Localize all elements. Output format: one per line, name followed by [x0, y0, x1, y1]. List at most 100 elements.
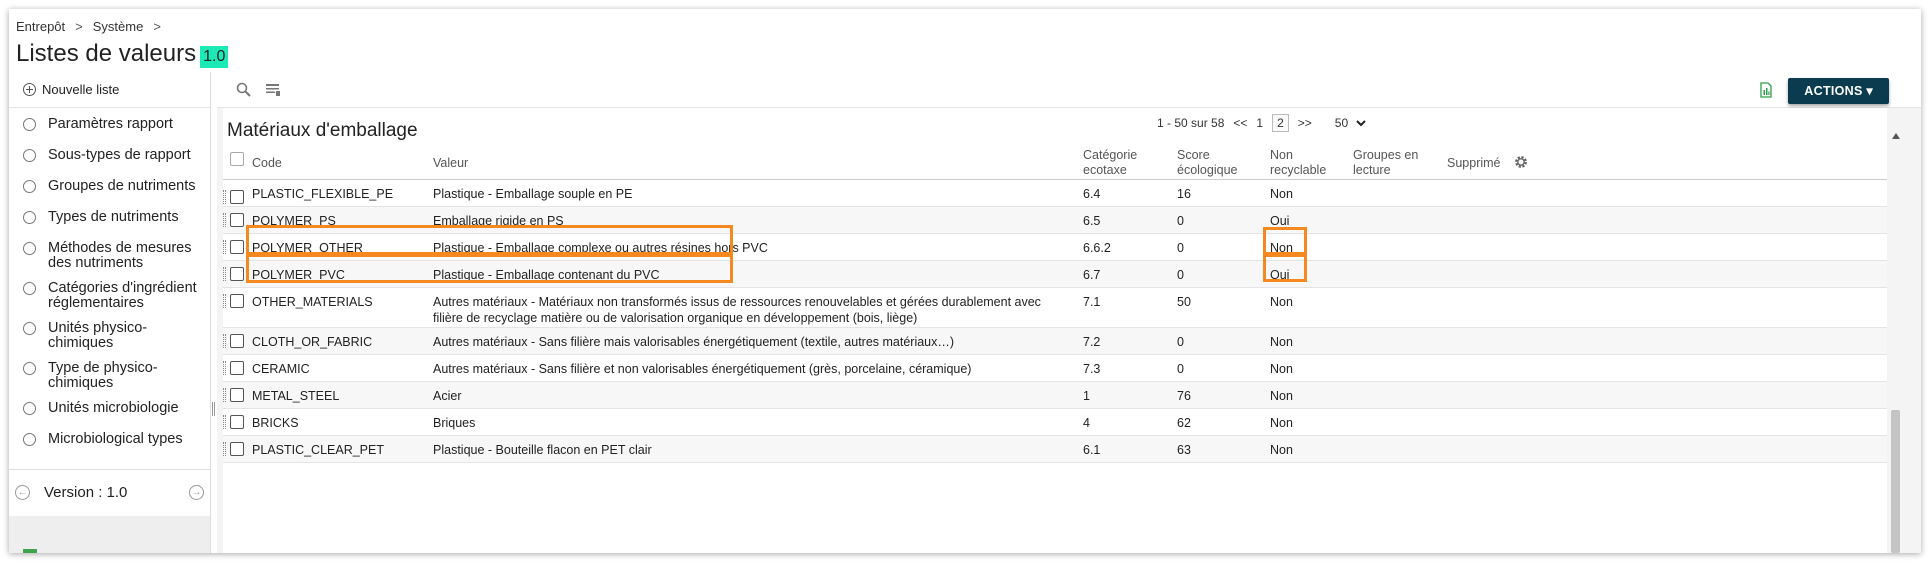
- column-header-read-groups[interactable]: Groupes en lecture: [1353, 148, 1433, 178]
- cell-non-recyclable: Non: [1270, 295, 1293, 309]
- version-label: Version : 1.0: [44, 483, 128, 501]
- column-settings-icon[interactable]: [264, 81, 282, 99]
- radio-button[interactable]: [23, 118, 36, 131]
- list-panel: Matériaux d'emballage 1 - 50 sur 58 << 1…: [223, 108, 1887, 553]
- radio-button[interactable]: [23, 242, 36, 255]
- cell-score: 0: [1177, 214, 1184, 228]
- export-excel-icon[interactable]: [1757, 81, 1775, 99]
- sidebar-resize-handle[interactable]: [212, 402, 215, 416]
- column-header-score[interactable]: Score écologique: [1177, 148, 1257, 178]
- cell-ecotax: 4: [1083, 416, 1090, 430]
- drag-handle[interactable]: [223, 334, 226, 348]
- page-title-text: Listes de valeurs: [16, 40, 197, 67]
- cell-ecotax: 6.4: [1083, 187, 1101, 201]
- radio-button[interactable]: [23, 211, 36, 224]
- gear-icon[interactable]: [1513, 154, 1529, 170]
- new-list-button[interactable]: Nouvelle liste: [9, 72, 210, 108]
- cell-score: 76: [1177, 389, 1191, 403]
- version-badge: 1.0: [200, 46, 229, 68]
- table-row[interactable]: CERAMIC Autres matériaux - Sans filière …: [223, 355, 1887, 382]
- row-checkbox[interactable]: [230, 294, 244, 308]
- page-size-select[interactable]: 50: [1335, 116, 1366, 130]
- cell-score: 0: [1177, 362, 1184, 376]
- cell-code: PLASTIC_FLEXIBLE_PE: [252, 187, 394, 201]
- drag-handle[interactable]: [223, 213, 226, 227]
- sidebar-item-type-physico[interactable]: Type de physico-chimiques: [9, 356, 210, 396]
- drag-handle[interactable]: [223, 240, 226, 254]
- actions-button[interactable]: ACTIONS ▾: [1788, 78, 1889, 104]
- page-size-value: 50: [1334, 116, 1349, 130]
- cell-ecotax: 6.1: [1083, 443, 1101, 457]
- cell-non-recyclable: Non: [1270, 187, 1293, 201]
- plus-circle-icon: [23, 83, 36, 96]
- row-checkbox[interactable]: [230, 415, 244, 429]
- drag-handle[interactable]: [223, 361, 226, 375]
- drag-handle[interactable]: [223, 294, 226, 308]
- table-row[interactable]: BRICKS Briques 4 62 Non: [223, 409, 1887, 436]
- row-checkbox[interactable]: [230, 334, 244, 348]
- row-checkbox[interactable]: [230, 442, 244, 456]
- column-header-ecotax[interactable]: Catégorie ecotaxe: [1083, 148, 1153, 178]
- cell-non-recyclable: Non: [1270, 362, 1293, 376]
- sidebar-item-methodes-mesures[interactable]: Méthodes de mesures des nutriments: [9, 236, 210, 276]
- column-header-deleted[interactable]: Supprimé: [1447, 156, 1501, 171]
- drag-handle[interactable]: [223, 267, 226, 281]
- drag-handle[interactable]: [223, 415, 226, 429]
- drag-handle[interactable]: [223, 190, 226, 204]
- sidebar-item-groupes-nutriments[interactable]: Groupes de nutriments: [9, 174, 210, 205]
- sidebar-item-unites-microbiologie[interactable]: Unités microbiologie: [9, 396, 210, 427]
- cell-code: OTHER_MATERIALS: [252, 295, 373, 309]
- cell-ecotax: 6.5: [1083, 214, 1101, 228]
- cell-code: PLASTIC_CLEAR_PET: [252, 443, 384, 457]
- radio-button[interactable]: [23, 433, 36, 446]
- cell-code: CERAMIC: [252, 362, 310, 376]
- sidebar-item-categories-ingredient[interactable]: Catégories d'ingrédient réglementaires: [9, 276, 210, 316]
- table-row[interactable]: OTHER_MATERIALS Autres matériaux - Matér…: [223, 288, 1887, 328]
- column-header-value[interactable]: Valeur: [433, 156, 468, 171]
- drag-handle[interactable]: [223, 388, 226, 402]
- radio-button[interactable]: [23, 282, 36, 295]
- table-row[interactable]: PLASTIC_FLEXIBLE_PE Plastique - Emballag…: [223, 180, 1887, 207]
- table-row[interactable]: PLASTIC_CLEAR_PET Plastique - Bouteille …: [223, 436, 1887, 463]
- row-checkbox[interactable]: [230, 190, 244, 204]
- radio-button[interactable]: [23, 180, 36, 193]
- annotation-box-non: [1263, 227, 1307, 255]
- scrollbar-thumb[interactable]: [1891, 410, 1900, 553]
- column-header-code[interactable]: Code: [252, 156, 282, 171]
- page-title: Listes de valeurs 1.0: [16, 40, 229, 68]
- breadcrumb-entrepot[interactable]: Entrepôt: [16, 19, 65, 34]
- next-page-button[interactable]: >>: [1298, 116, 1312, 130]
- sidebar-item-types-nutriments[interactable]: Types de nutriments: [9, 205, 210, 236]
- sidebar-item-parametres-rapport[interactable]: Paramètres rapport: [9, 112, 210, 143]
- row-checkbox[interactable]: [230, 240, 244, 254]
- drag-handle[interactable]: [223, 442, 226, 456]
- cell-non-recyclable: Non: [1270, 416, 1293, 430]
- vertical-scrollbar[interactable]: [1891, 133, 1901, 553]
- sidebar-item-sous-types-rapport[interactable]: Sous-types de rapport: [9, 143, 210, 174]
- column-header-non-recyclable[interactable]: Non recyclable: [1270, 148, 1340, 178]
- row-checkbox[interactable]: [230, 267, 244, 281]
- table-row[interactable]: CLOTH_OR_FABRIC Autres matériaux - Sans …: [223, 328, 1887, 355]
- row-checkbox[interactable]: [230, 213, 244, 227]
- page-2-button[interactable]: 2: [1272, 114, 1289, 132]
- breadcrumb-systeme[interactable]: Système: [93, 19, 144, 34]
- cell-value: Plastique - Bouteille flacon en PET clai…: [433, 443, 652, 457]
- radio-button[interactable]: [23, 149, 36, 162]
- row-checkbox[interactable]: [230, 388, 244, 402]
- sidebar-item-label: Type de physico-chimiques: [48, 360, 158, 391]
- row-checkbox[interactable]: [230, 361, 244, 375]
- select-all-checkbox[interactable]: [230, 152, 244, 166]
- search-icon[interactable]: [235, 81, 253, 99]
- radio-button[interactable]: [23, 322, 36, 335]
- radio-button[interactable]: [23, 402, 36, 415]
- next-version-icon[interactable]: →: [189, 484, 204, 500]
- page-1-button[interactable]: 1: [1256, 116, 1263, 130]
- first-page-button[interactable]: <<: [1233, 116, 1247, 130]
- previous-version-icon[interactable]: ←: [15, 484, 30, 500]
- sidebar-item-unites-physico[interactable]: Unités physico-chimiques: [9, 316, 210, 356]
- radio-button[interactable]: [23, 362, 36, 375]
- cell-value: Acier: [433, 389, 462, 403]
- sidebar-item-microbiological-types[interactable]: Microbiological types: [9, 427, 210, 458]
- scroll-up-icon[interactable]: [1892, 133, 1900, 139]
- table-row[interactable]: METAL_STEEL Acier 1 76 Non: [223, 382, 1887, 409]
